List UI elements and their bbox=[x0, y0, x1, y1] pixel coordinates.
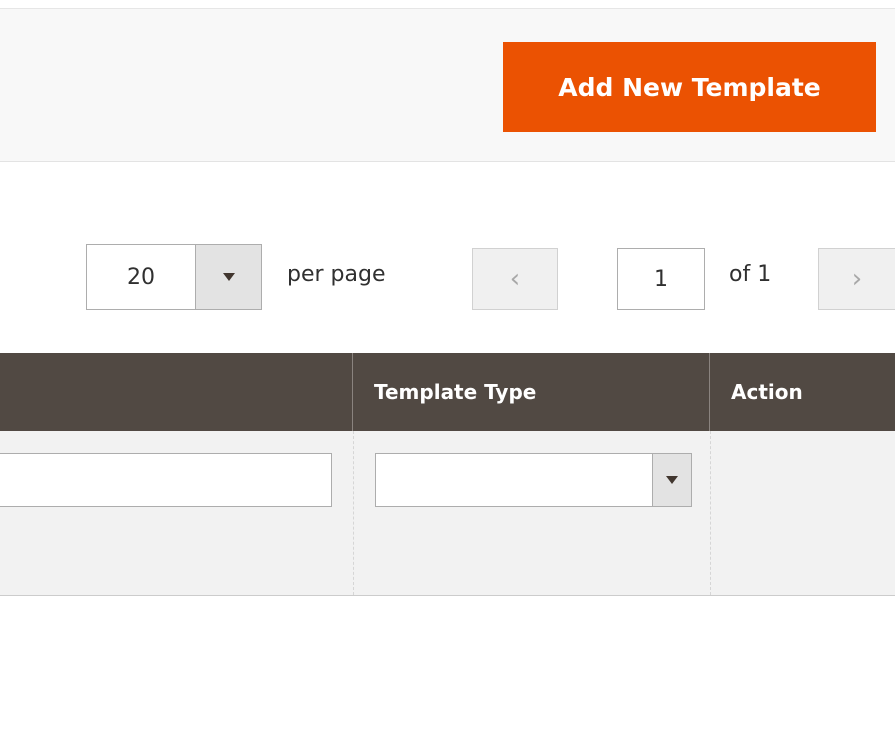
template-type-filter-toggle[interactable] bbox=[652, 454, 691, 506]
grid-header: Template Type Action bbox=[0, 353, 895, 431]
previous-page-button[interactable]: ‹ bbox=[472, 248, 558, 310]
per-page-toggle[interactable] bbox=[195, 245, 261, 309]
add-new-template-button[interactable]: Add New Template bbox=[503, 42, 876, 132]
current-page-input[interactable]: 1 bbox=[617, 248, 705, 310]
template-type-filter-select[interactable] bbox=[375, 453, 692, 507]
column-divider bbox=[710, 431, 711, 595]
per-page-select[interactable]: 20 bbox=[86, 244, 262, 310]
per-page-value: 20 bbox=[127, 264, 155, 290]
next-page-button[interactable]: › bbox=[818, 248, 895, 310]
chevron-down-icon bbox=[222, 273, 235, 281]
grid-filter-row bbox=[0, 431, 895, 596]
template-filter-input[interactable] bbox=[0, 453, 332, 507]
column-header-label: Action bbox=[731, 380, 803, 404]
page-actions-bar: Add New Template bbox=[0, 8, 895, 162]
column-header-label: Template Type bbox=[374, 380, 537, 404]
per-page-label: per page bbox=[287, 262, 386, 287]
total-pages-label: of 1 bbox=[729, 262, 772, 287]
chevron-right-icon: › bbox=[851, 264, 863, 294]
chevron-left-icon: ‹ bbox=[509, 264, 521, 294]
column-divider bbox=[353, 431, 354, 595]
column-header-template-type[interactable]: Template Type bbox=[353, 353, 710, 431]
column-header-template[interactable] bbox=[0, 353, 353, 431]
column-header-action: Action bbox=[710, 353, 895, 431]
page: Add New Template 20 per page ‹ 1 of 1 › … bbox=[0, 0, 895, 755]
chevron-down-icon bbox=[666, 476, 678, 484]
